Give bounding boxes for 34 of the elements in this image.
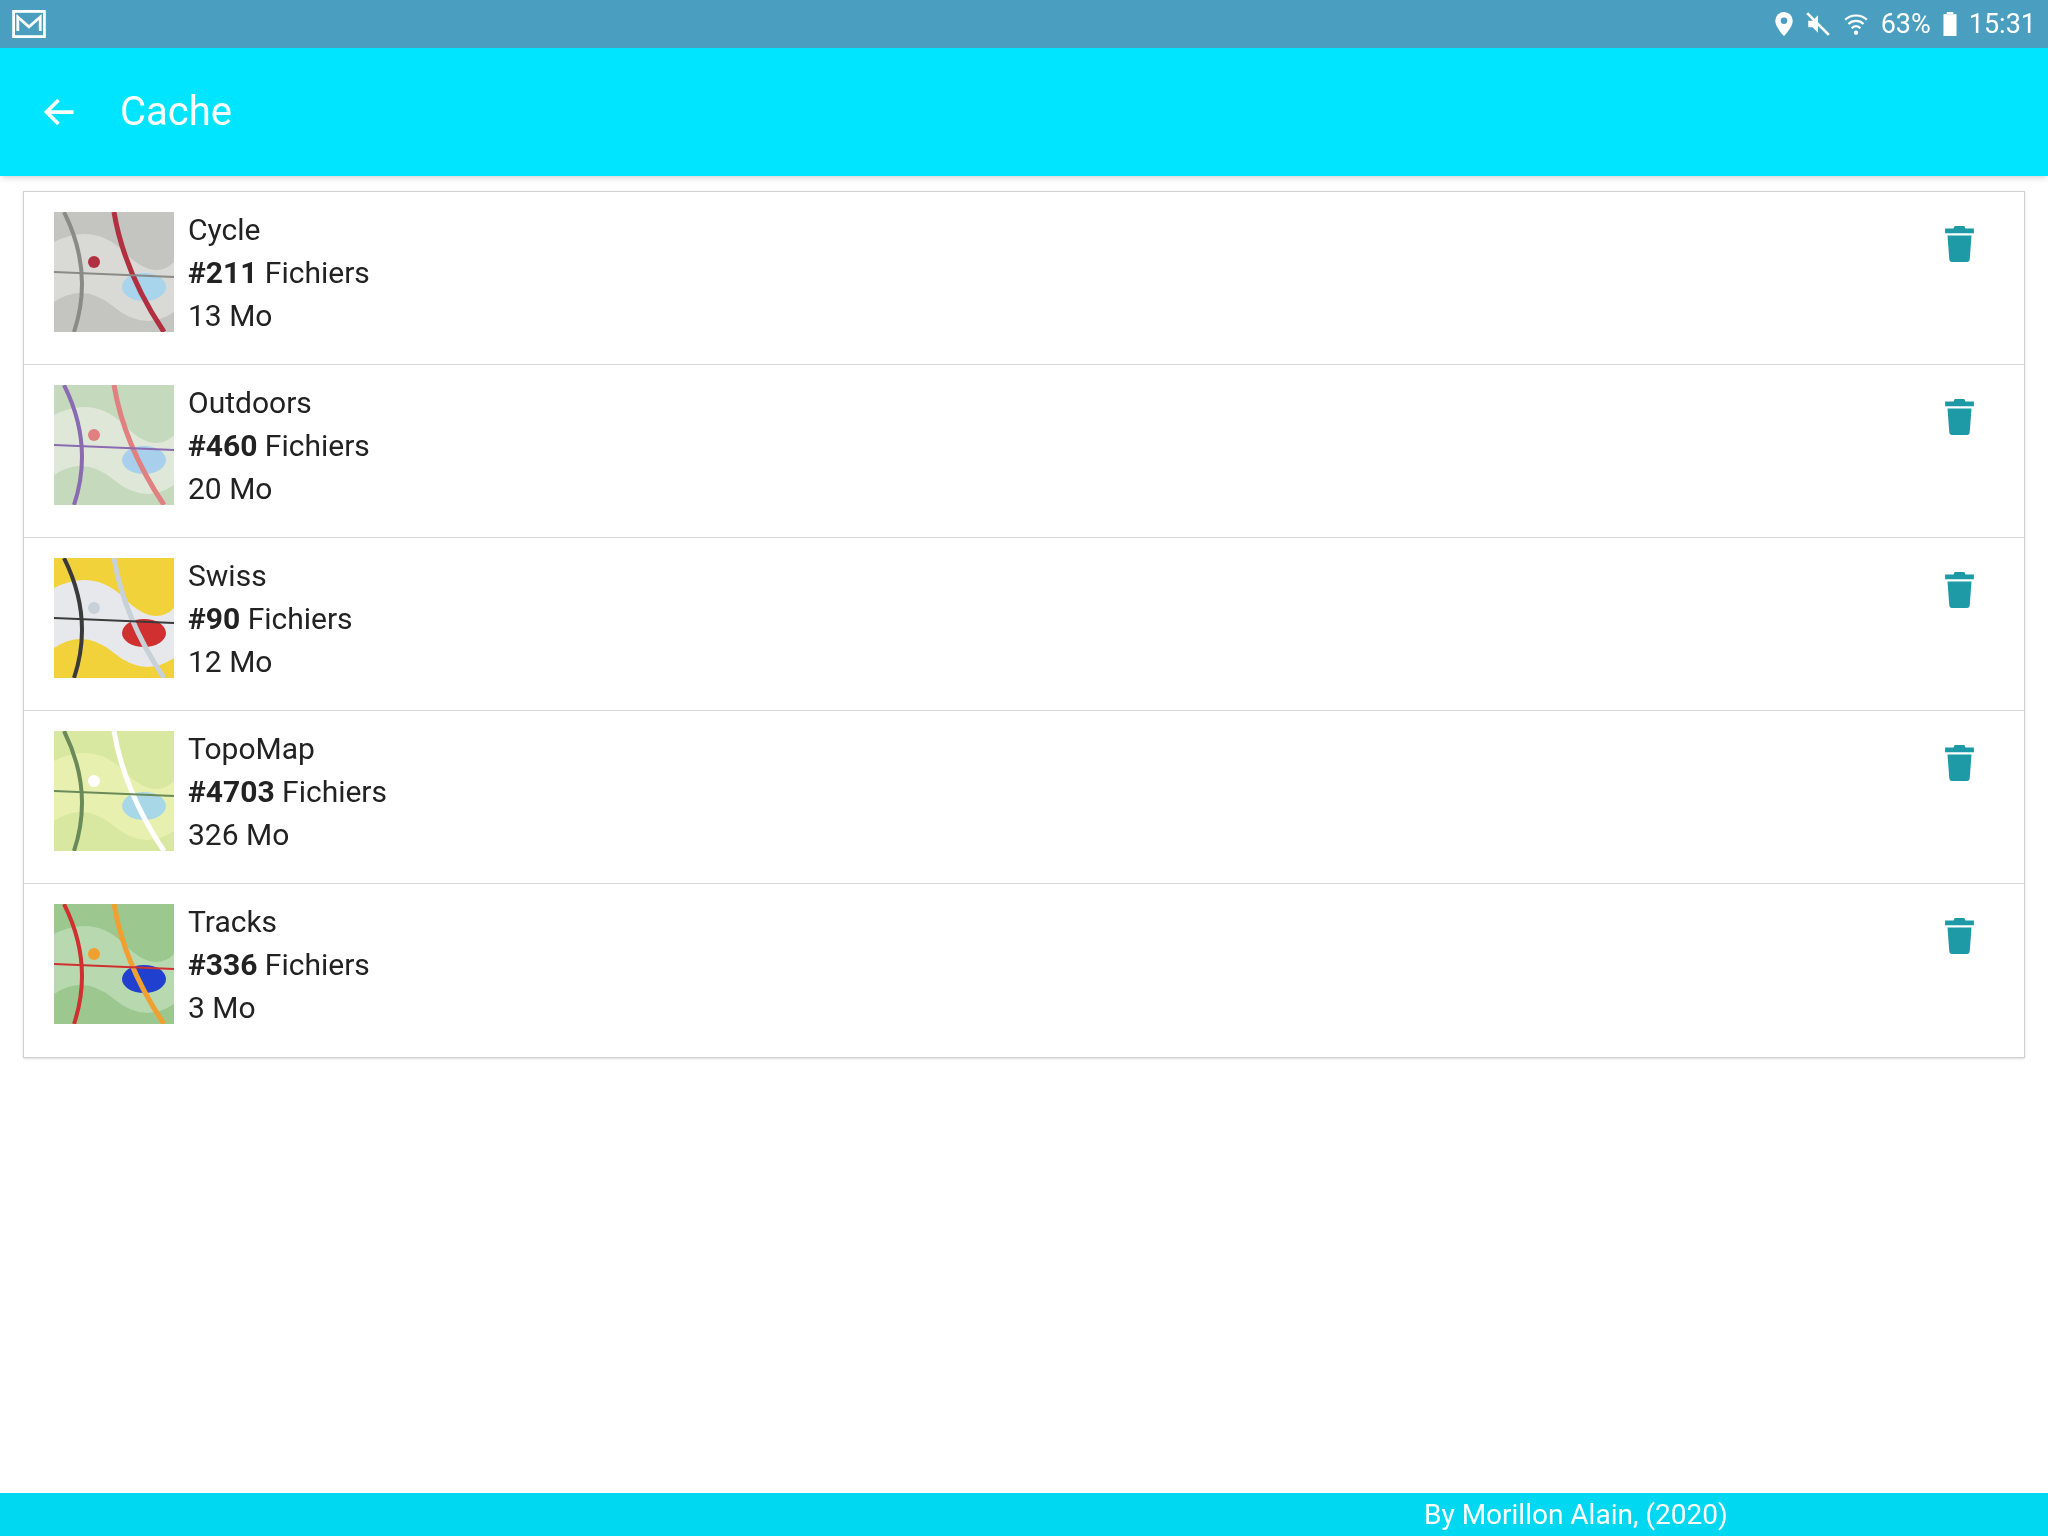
- cache-row[interactable]: Cycle #211 Fichiers 13 Mo: [24, 192, 2024, 365]
- cache-size: 13 Mo: [188, 297, 274, 335]
- file-count: #4703 Fichiers: [188, 773, 388, 811]
- file-count: #211 Fichiers: [188, 254, 370, 292]
- cache-row[interactable]: TopoMap #4703 Fichiers 326 Mo: [24, 711, 2024, 884]
- delete-button[interactable]: [1945, 745, 1974, 781]
- wifi-icon: [1842, 11, 1869, 37]
- battery-icon: [1942, 12, 1957, 36]
- mute-icon: [1804, 11, 1831, 37]
- cache-name: Outdoors: [188, 384, 313, 422]
- delete-button[interactable]: [1945, 399, 1974, 435]
- cache-row[interactable]: Tracks #336 Fichiers 3 Mo: [24, 884, 2024, 1057]
- cache-row[interactable]: Swiss #90 Fichiers 12 Mo: [24, 538, 2024, 711]
- cache-size: 326 Mo: [188, 816, 291, 854]
- cache-name: Swiss: [188, 557, 268, 595]
- cache-name: Cycle: [188, 211, 262, 249]
- battery-percent: 63%: [1880, 6, 1931, 42]
- footer-credit: By Morillon Alain, (2020): [1424, 1496, 1728, 1533]
- file-count: #336 Fichiers: [188, 946, 370, 984]
- file-count: #90 Fichiers: [188, 600, 353, 638]
- screen-title: Cache: [120, 87, 232, 137]
- clock: 15:31: [1968, 6, 2036, 42]
- location-icon: [1774, 12, 1793, 36]
- cache-size: 12 Mo: [188, 643, 274, 681]
- delete-button[interactable]: [1945, 918, 1974, 954]
- cache-size: 20 Mo: [188, 470, 274, 508]
- delete-button[interactable]: [1945, 572, 1974, 608]
- delete-button[interactable]: [1945, 226, 1974, 262]
- cache-name: Tracks: [188, 903, 279, 941]
- cache-name: TopoMap: [188, 730, 316, 768]
- cache-size: 3 Mo: [188, 989, 257, 1027]
- mail-icon: [12, 10, 46, 38]
- file-count: #460 Fichiers: [188, 427, 370, 465]
- cache-row[interactable]: Outdoors #460 Fichiers 20 Mo: [24, 365, 2024, 538]
